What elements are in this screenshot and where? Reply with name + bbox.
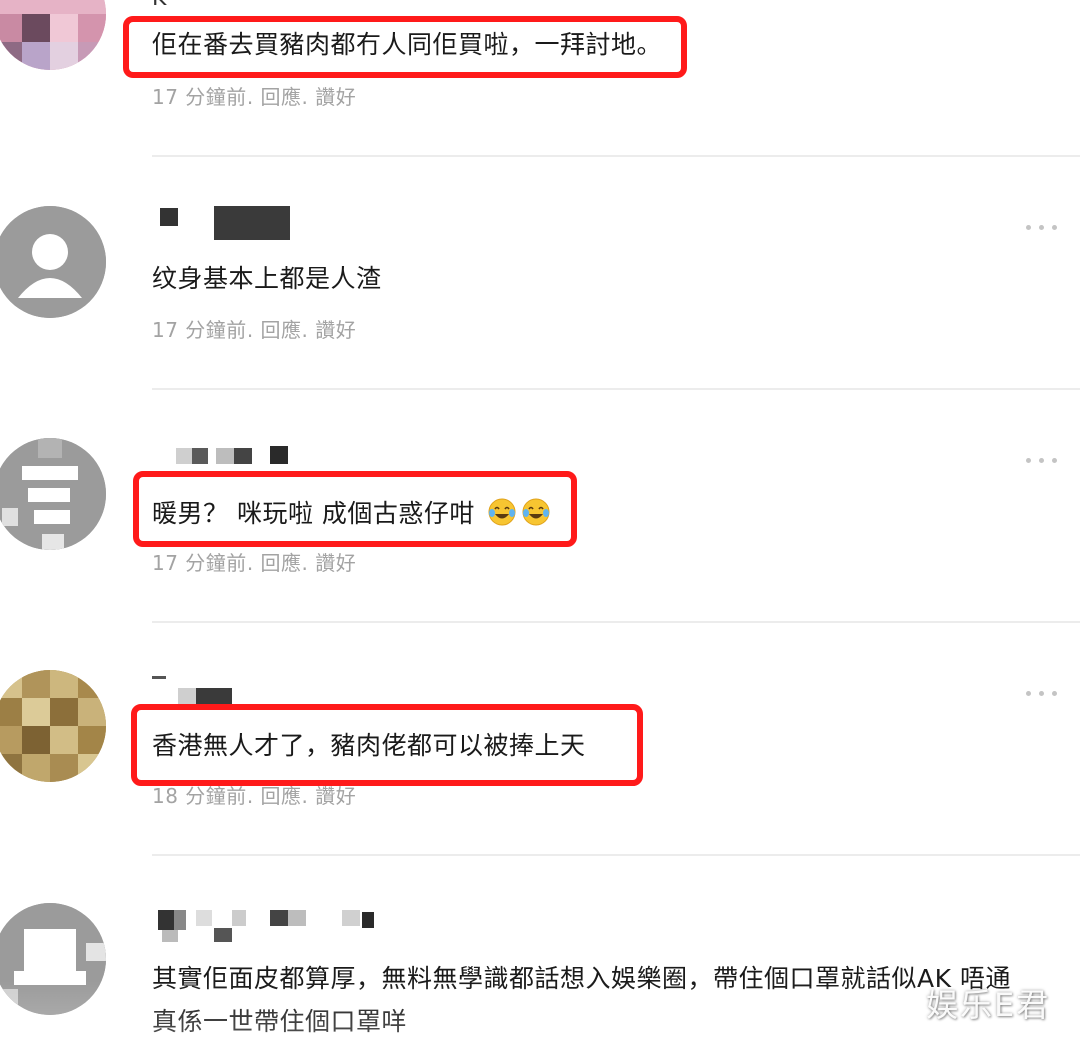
- username-redacted: [152, 908, 412, 942]
- comment-text-line-1: 其實佢面皮都算厚，無料無學識都話想入娛樂圈，帶住個口罩就話似AK 唔通: [152, 964, 1011, 993]
- like-link[interactable]: 讚好: [315, 784, 356, 808]
- more-options-icon[interactable]: [1024, 455, 1060, 467]
- face-with-tears-of-joy-icon: [522, 498, 550, 526]
- comment-text-line-2: 真係一世帶住個口罩咩: [152, 1007, 408, 1036]
- comment-text: 暖男？ 咪玩啦 成個古惑仔咁: [152, 491, 551, 537]
- comment-meta: 17 分鐘前. 回應. 讚好: [152, 314, 356, 343]
- separator: .: [301, 318, 309, 342]
- timestamp: 17 分鐘前: [152, 85, 247, 109]
- separator: .: [301, 551, 309, 575]
- separator: .: [246, 85, 254, 109]
- comment-text: 纹身基本上都是人渣: [152, 264, 382, 293]
- timestamp: 17 分鐘前: [152, 551, 247, 575]
- reply-link[interactable]: 回應: [261, 318, 302, 342]
- comment-meta: 18 分鐘前. 回應. 讚好: [152, 780, 356, 809]
- avatar[interactable]: [0, 670, 106, 782]
- timestamp: 17 分鐘前: [152, 318, 247, 342]
- like-link[interactable]: 讚好: [315, 85, 356, 109]
- divider: [152, 388, 1080, 390]
- username-redacted: [152, 446, 412, 480]
- avatar[interactable]: [0, 0, 106, 70]
- more-options-icon[interactable]: [1024, 222, 1060, 234]
- comment-text: 香港無人才了，豬肉佬都可以被捧上天: [152, 731, 586, 760]
- reply-link[interactable]: 回應: [261, 551, 302, 575]
- divider: [152, 621, 1080, 623]
- more-options-icon[interactable]: [1024, 688, 1060, 700]
- like-link[interactable]: 讚好: [315, 551, 356, 575]
- separator: .: [301, 784, 309, 808]
- divider: [152, 155, 1080, 157]
- comment-meta: 17 分鐘前. 回應. 讚好: [152, 81, 356, 110]
- separator: .: [301, 85, 309, 109]
- username-redacted: [152, 676, 412, 710]
- timestamp: 18 分鐘前: [152, 784, 247, 808]
- avatar[interactable]: [0, 903, 106, 1015]
- avatar[interactable]: [0, 438, 106, 550]
- username-fragment: K: [152, 0, 166, 11]
- face-with-tears-of-joy-icon: [488, 498, 516, 526]
- avatar[interactable]: [0, 206, 106, 318]
- watermark: 娱乐E君: [926, 986, 1051, 1024]
- separator: .: [246, 551, 254, 575]
- username-redacted: [152, 206, 412, 240]
- separator: .: [246, 318, 254, 342]
- divider: [152, 854, 1080, 856]
- comment-text-body: 暖男？ 咪玩啦 成個古惑仔咁: [152, 499, 475, 528]
- reply-link[interactable]: 回應: [261, 85, 302, 109]
- comment-meta: 17 分鐘前. 回應. 讚好: [152, 547, 356, 576]
- like-link[interactable]: 讚好: [315, 318, 356, 342]
- comment-feed: K 佢在番去買豬肉都冇人同佢買啦，一拜討地。 17 分鐘前. 回應. 讚好 纹身…: [0, 0, 1080, 1041]
- reply-link[interactable]: 回應: [261, 784, 302, 808]
- comment-text: 佢在番去買豬肉都冇人同佢買啦，一拜討地。: [152, 30, 663, 59]
- separator: .: [246, 784, 254, 808]
